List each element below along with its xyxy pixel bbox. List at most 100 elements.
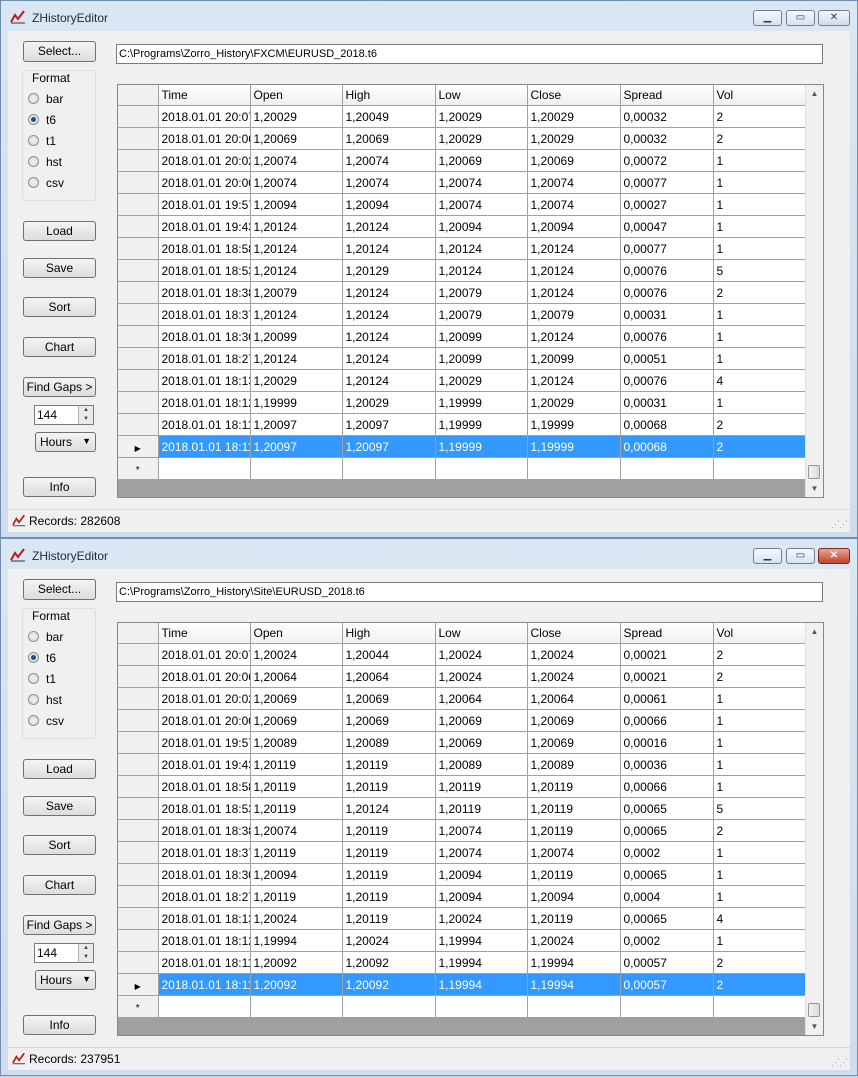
scroll-thumb[interactable] [808,465,820,479]
cell-high[interactable]: 1,20119 [342,885,436,908]
cell-close[interactable]: 1,20074 [527,171,621,194]
row-header[interactable]: ▶ [118,973,159,996]
file-path-field[interactable]: C:\Programs\Zorro_History\FXCM\EURUSD_20… [116,44,823,64]
cell-open[interactable]: 1,20069 [250,127,343,150]
cell-high[interactable]: 1,20119 [342,863,436,886]
table-row[interactable]: ▶ 2018.01.01 18:11 1,20092 1,20092 1,19994 1,… [118,973,807,996]
cell-vol[interactable]: 1 [713,303,807,326]
cell-close[interactable]: 1,20119 [527,863,621,886]
table-row[interactable]: 2018.01.01 20:00 1,20074 1,20074 1,20074 1,2… [118,171,807,194]
cell-high[interactable]: 1,20069 [342,709,436,732]
cell-vol[interactable]: 1 [713,149,807,172]
vertical-scrollbar[interactable]: ▲ ▼ [805,85,823,497]
scroll-down-icon[interactable]: ▼ [806,1018,823,1035]
table-row[interactable]: 2018.01.01 19:43 1,20119 1,20119 1,20089 1,2… [118,753,807,776]
cell-vol[interactable]: 1 [713,171,807,194]
row-header[interactable] [118,105,159,128]
cell-low[interactable]: 1,19999 [435,391,528,414]
cell-vol[interactable]: 1 [713,237,807,260]
cell-open[interactable]: 1,20029 [250,105,343,128]
table-row[interactable]: 2018.01.01 18:38 1,20079 1,20124 1,20079 1,2… [118,281,807,304]
table-row[interactable]: 2018.01.01 18:27 1,20119 1,20119 1,20094 1,2… [118,885,807,908]
cell-high[interactable]: 1,20029 [342,391,436,414]
table-row[interactable]: 2018.01.01 18:13 1,20029 1,20124 1,20029 1,2… [118,369,807,392]
save-button[interactable]: Save [23,258,96,278]
column-header-time[interactable]: Time [158,623,251,644]
column-header-vol[interactable]: Vol [713,85,807,106]
row-header[interactable] [118,303,159,326]
scroll-down-icon[interactable]: ▼ [806,480,823,497]
row-header[interactable] [118,413,159,436]
cell-high[interactable]: 1,20044 [342,643,436,666]
row-header[interactable] [118,643,159,666]
table-row[interactable]: 2018.01.01 18:30 1,20099 1,20124 1,20099 1,2… [118,325,807,348]
cell-open[interactable]: 1,20064 [250,665,343,688]
table-row[interactable]: 2018.01.01 20:06 1,20064 1,20064 1,20024 1,2… [118,665,807,688]
cell-close[interactable]: 1,20124 [527,259,621,282]
cell-high[interactable]: 1,20124 [342,347,436,370]
cell-time[interactable]: 2018.01.01 18:12 [158,929,251,952]
table-row[interactable]: ▶ 2018.01.01 18:11 1,20097 1,20097 1,19999 1,… [118,435,807,458]
cell-time[interactable]: 2018.01.01 18:38 [158,819,251,842]
cell-vol[interactable]: 2 [713,435,807,458]
cell-low[interactable]: 1,20099 [435,325,528,348]
cell-vol[interactable]: 2 [713,105,807,128]
cell-vol[interactable]: 2 [713,973,807,996]
cell-close[interactable]: 1,20024 [527,643,621,666]
cell-spread[interactable]: 0,00076 [620,259,714,282]
cell-high[interactable]: 1,20119 [342,907,436,930]
row-header[interactable] [118,775,159,798]
cell-open[interactable]: 1,20024 [250,907,343,930]
cell-vol[interactable]: 1 [713,325,807,348]
cell-spread[interactable]: 0,00027 [620,193,714,216]
cell-time[interactable]: 2018.01.01 19:43 [158,753,251,776]
cell-low[interactable]: 1,19994 [435,951,528,974]
cell-high[interactable]: 1,20124 [342,215,436,238]
cell-time[interactable]: 2018.01.01 18:53 [158,259,251,282]
cell-close[interactable]: 1,20024 [527,929,621,952]
cell-low[interactable]: 1,19994 [435,929,528,952]
cell-high[interactable]: 1,20124 [342,369,436,392]
save-button[interactable]: Save [23,796,96,816]
cell-open[interactable]: 1,20119 [250,775,343,798]
cell-high[interactable]: 1,20092 [342,973,436,996]
table-row[interactable]: 2018.01.01 18:11 1,20092 1,20092 1,19994 1,1… [118,951,807,974]
cell-spread[interactable]: 0,00051 [620,347,714,370]
cell-high[interactable]: 1,20049 [342,105,436,128]
gap-value-stepper[interactable]: 144 ▲ ▼ [34,943,94,963]
cell-time[interactable]: 2018.01.01 18:27 [158,885,251,908]
table-row[interactable]: 2018.01.01 18:13 1,20024 1,20119 1,20024 1,2… [118,907,807,930]
cell-time[interactable]: 2018.01.01 18:37 [158,303,251,326]
cell-time[interactable]: 2018.01.01 18:11 [158,435,251,458]
cell-low[interactable]: 1,20094 [435,863,528,886]
table-row[interactable]: 2018.01.01 18:30 1,20094 1,20119 1,20094 1,2… [118,863,807,886]
cell-low[interactable]: 1,20069 [435,731,528,754]
row-header[interactable] [118,841,159,864]
table-row[interactable]: 2018.01.01 20:02 1,20069 1,20069 1,20064 1,2… [118,687,807,710]
cell-close[interactable]: 1,20094 [527,215,621,238]
column-header-time[interactable]: Time [158,85,251,106]
cell-time[interactable]: 2018.01.01 20:02 [158,687,251,710]
format-radio-t6[interactable]: t6 [28,651,98,667]
cell-open[interactable]: 1,20094 [250,863,343,886]
cell-low[interactable]: 1,20029 [435,105,528,128]
cell-low[interactable]: 1,19999 [435,413,528,436]
spin-down-icon[interactable]: ▼ [78,415,93,424]
cell-close[interactable]: 1,20124 [527,237,621,260]
cell-time[interactable]: 2018.01.01 18:11 [158,413,251,436]
row-header[interactable] [118,325,159,348]
cell-vol[interactable]: 1 [713,841,807,864]
cell-open[interactable]: 1,20069 [250,687,343,710]
cell-vol[interactable]: 4 [713,369,807,392]
cell-spread[interactable]: 0,0002 [620,929,714,952]
load-button[interactable]: Load [23,759,96,779]
cell-time[interactable]: 2018.01.01 18:27 [158,347,251,370]
format-radio-hst[interactable]: hst [28,693,98,709]
cell-open[interactable]: 1,20124 [250,259,343,282]
cell-high[interactable]: 1,20124 [342,303,436,326]
cell-time[interactable]: 2018.01.01 20:06 [158,665,251,688]
cell-high[interactable]: 1,20119 [342,841,436,864]
cell-high[interactable]: 1,20119 [342,819,436,842]
cell-open[interactable]: 1,20024 [250,643,343,666]
info-button[interactable]: Info [23,477,96,497]
